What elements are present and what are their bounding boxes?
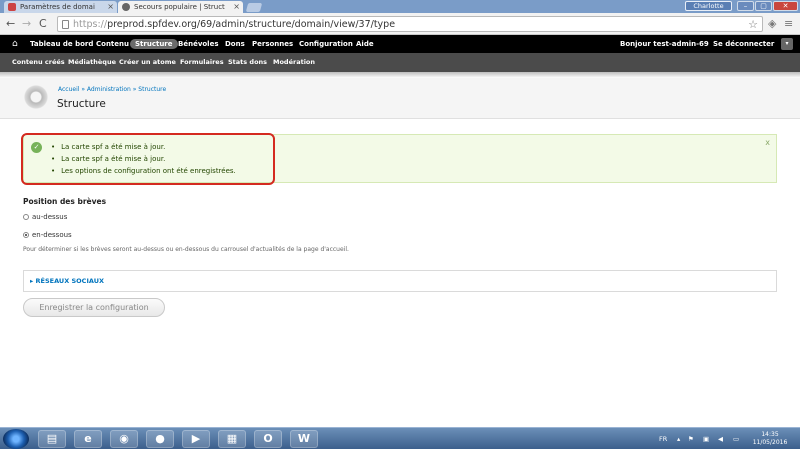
- page-title: Structure: [57, 98, 106, 110]
- forward-arrow-icon[interactable]: →: [22, 17, 31, 31]
- tab-close-icon[interactable]: ×: [233, 1, 240, 13]
- dismiss-messages-button[interactable]: x: [765, 138, 770, 147]
- page-icon: [62, 20, 69, 29]
- network-icon[interactable]: ▣: [703, 428, 709, 449]
- start-button[interactable]: [3, 429, 29, 449]
- home-icon[interactable]: ⌂: [12, 35, 18, 53]
- explorer-icon[interactable]: ▤: [38, 430, 66, 448]
- radio-button[interactable]: [23, 232, 29, 238]
- tab-close-icon[interactable]: ×: [107, 1, 114, 13]
- firefox-icon[interactable]: ●: [146, 430, 174, 448]
- reseaux-sociaux-toggle[interactable]: ▸ RÉSEAUX SOCIAUX: [30, 271, 104, 291]
- menu-benevoles[interactable]: Bénévoles: [178, 35, 219, 53]
- system-clock[interactable]: 14:35 11/05/2016: [750, 431, 790, 447]
- radio-au-dessus[interactable]: au-dessus: [23, 212, 67, 222]
- save-configuration-button[interactable]: Enregistrer la configuration: [23, 298, 165, 317]
- menu-tableau-de-bord[interactable]: Tableau de bord: [30, 35, 93, 53]
- menu-icon[interactable]: ≡: [784, 17, 793, 31]
- help-text: Pour déterminer si les brèves seront au-…: [23, 246, 349, 253]
- shortcut-mediatheque[interactable]: Médiathèque: [68, 53, 116, 72]
- shortcut-contenu-crees[interactable]: Contenu créés: [12, 53, 65, 72]
- reload-icon[interactable]: C: [39, 17, 47, 31]
- page-header: Accueil » Administration » Structure Str…: [0, 78, 800, 119]
- internet-explorer-icon[interactable]: e: [74, 430, 102, 448]
- address-bar[interactable]: https://preprod.spfdev.org/69/admin/stru…: [57, 16, 763, 32]
- language-indicator[interactable]: FR: [659, 428, 667, 449]
- menu-configuration[interactable]: Configuration: [299, 35, 353, 53]
- admin-toolbar: ⌂ Tableau de bord Contenu Structure Béné…: [0, 35, 800, 53]
- browser-profile-button[interactable]: Charlotte: [685, 1, 732, 11]
- clock-time: 14:35: [761, 431, 779, 438]
- file-manager-icon[interactable]: ▦: [218, 430, 246, 448]
- browser-tab-secours-populaire[interactable]: Secours populaire | Struct ×: [118, 1, 243, 13]
- position-breves-label: Position des brèves: [23, 197, 107, 206]
- windows-taskbar: ▤ e ◉ ● ▶ ▦ O W FR ▴ ⚑ ▣ ◀ ▭ 14:35 11/05…: [0, 427, 800, 449]
- tray-expand-icon[interactable]: ▴: [677, 428, 680, 449]
- shortcut-moderation[interactable]: Modération: [273, 53, 315, 72]
- site-favicon-icon: [8, 3, 16, 11]
- browser-toolbar: ← → C https://preprod.spfdev.org/69/admi…: [0, 13, 800, 35]
- site-favicon-icon: [122, 3, 130, 11]
- menu-structure[interactable]: Structure: [130, 39, 178, 49]
- outlook-icon[interactable]: O: [254, 430, 282, 448]
- url-text[interactable]: https://preprod.spfdev.org/69/admin/stru…: [73, 17, 395, 32]
- display-icon[interactable]: ▭: [733, 428, 739, 449]
- username[interactable]: test-admin-69: [653, 40, 709, 48]
- maximize-window-button[interactable]: ▢: [755, 1, 772, 11]
- new-tab-button[interactable]: [245, 3, 263, 12]
- clock-date: 11/05/2016: [752, 439, 788, 446]
- shortcut-creer-atome[interactable]: Créer un atome: [119, 53, 176, 72]
- word-icon[interactable]: W: [290, 430, 318, 448]
- shortcuts-toggle-icon[interactable]: ▾: [781, 38, 793, 50]
- media-player-icon[interactable]: ▶: [182, 430, 210, 448]
- tab-title: Secours populaire | Struct: [134, 3, 225, 11]
- minimize-window-button[interactable]: –: [737, 1, 754, 11]
- logout-link[interactable]: Se déconnecter: [713, 35, 774, 53]
- radio-button[interactable]: [23, 214, 29, 220]
- close-window-button[interactable]: ✕: [773, 1, 798, 11]
- menu-aide[interactable]: Aide: [356, 35, 374, 53]
- gear-icon: [23, 84, 49, 110]
- browser-titlebar: Paramètres de domai × Secours populaire …: [0, 0, 800, 13]
- menu-dons[interactable]: Dons: [225, 35, 245, 53]
- user-greeting: Bonjour test-admin-69: [620, 40, 709, 48]
- browser-tab-parametres[interactable]: Paramètres de domai ×: [4, 1, 117, 13]
- menu-contenu[interactable]: Contenu: [96, 35, 129, 53]
- flag-icon[interactable]: ⚑: [688, 428, 694, 449]
- bookmark-star-icon[interactable]: ☆: [748, 17, 758, 32]
- reseaux-sociaux-fieldset: ▸ RÉSEAUX SOCIAUX: [23, 270, 777, 292]
- annotation-highlight-box: [21, 133, 275, 185]
- radio-en-dessous[interactable]: en-dessous: [23, 230, 72, 240]
- breadcrumb[interactable]: Accueil » Administration » Structure: [58, 86, 166, 93]
- shortcut-stats-dons[interactable]: Stats dons: [228, 53, 267, 72]
- radio-label[interactable]: au-dessus: [32, 213, 67, 221]
- shortcut-formulaires[interactable]: Formulaires: [180, 53, 224, 72]
- shortcuts-bar: Contenu créés Médiathèque Créer un atome…: [0, 53, 800, 72]
- tab-title: Paramètres de domai: [20, 3, 95, 11]
- radio-label[interactable]: en-dessous: [32, 231, 72, 239]
- back-arrow-icon[interactable]: ←: [6, 17, 15, 31]
- extension-icon[interactable]: ◈: [768, 17, 776, 31]
- chrome-icon[interactable]: ◉: [110, 430, 138, 448]
- menu-personnes[interactable]: Personnes: [252, 35, 293, 53]
- volume-icon[interactable]: ◀: [718, 428, 723, 449]
